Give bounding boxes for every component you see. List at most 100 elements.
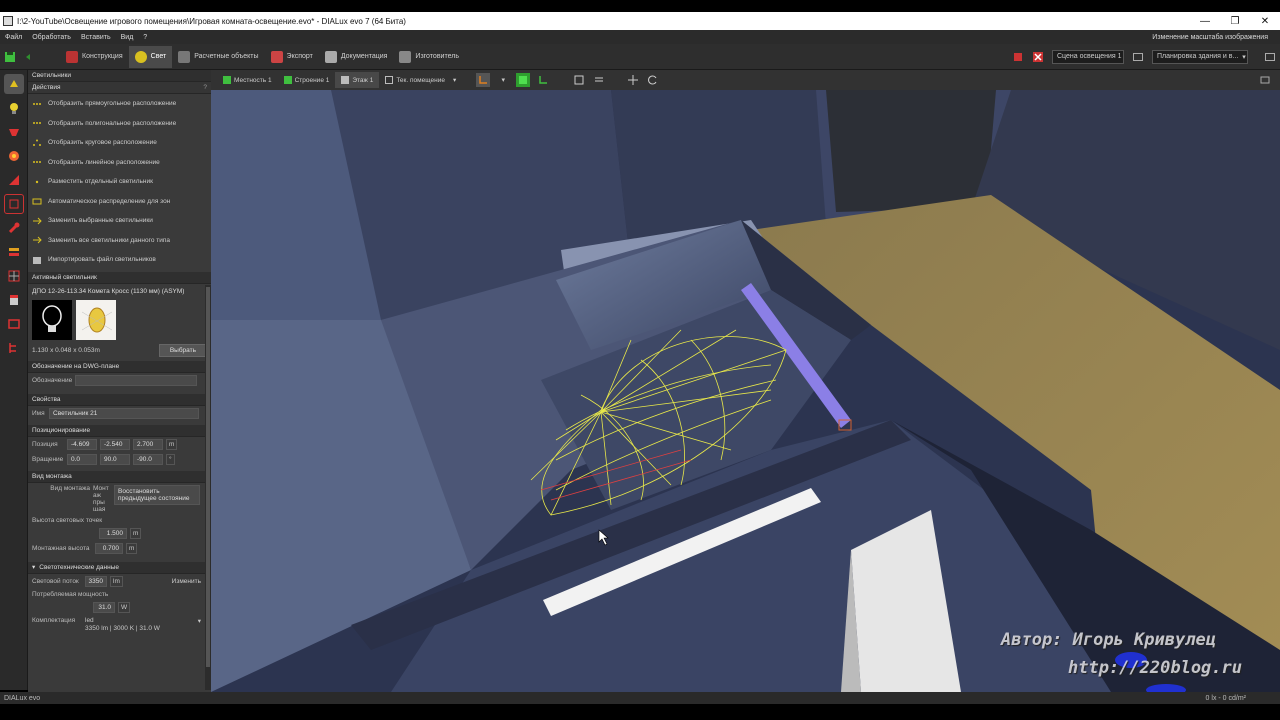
page-tool[interactable] — [4, 290, 24, 310]
restore-button[interactable]: ❐ — [1220, 16, 1250, 27]
panel-toggle-button[interactable] — [1260, 46, 1280, 68]
position-y-field[interactable]: -2.540 — [100, 438, 130, 450]
plan-select[interactable]: Планировка здания и в... ▾ — [1152, 49, 1248, 64]
menu-file[interactable]: Файл — [0, 34, 27, 41]
floor-tool[interactable] — [3, 194, 24, 214]
tab-floor[interactable]: Этаж 1 — [335, 72, 380, 88]
bulb-tool[interactable] — [4, 98, 24, 118]
mode-export[interactable]: Экспорт — [265, 46, 319, 68]
viewport-settings-button[interactable] — [1258, 73, 1272, 87]
menu-help[interactable]: ? — [138, 34, 152, 41]
scene-settings-button[interactable] — [1128, 46, 1148, 68]
menu-insert[interactable]: Вставить — [76, 34, 116, 41]
light-distribution-icon — [81, 307, 113, 332]
view-2d-button[interactable] — [476, 73, 491, 87]
flux-label: Световой поток — [32, 577, 79, 585]
install-height-unit: m — [126, 542, 138, 554]
color-wheel-icon — [8, 151, 19, 161]
view-plan-button[interactable] — [536, 73, 550, 87]
action-linear-arrangement[interactable]: Отобразить линейное расположение — [28, 153, 211, 173]
tree-tool[interactable] — [4, 338, 24, 358]
active-luminaire-header: Активный светильник — [28, 271, 211, 284]
action-import-file[interactable]: Импортировать файл светильников — [28, 250, 211, 270]
window-titlebar: I:\2-YouTube\Освещение игрового помещени… — [0, 12, 1280, 30]
mode-manufacturer[interactable]: Изготовитель — [393, 46, 465, 68]
view-3d-button[interactable] — [516, 73, 531, 87]
mounting-type-value: Монт аж пры шая — [93, 484, 109, 513]
change-button[interactable]: Изменить — [172, 578, 207, 585]
color-tool[interactable] — [4, 146, 24, 166]
dwg-field[interactable] — [75, 374, 198, 386]
position-unit: m — [166, 438, 178, 450]
page-icon — [9, 295, 18, 305]
tools-tool[interactable] — [4, 218, 24, 238]
manufacturer-icon — [399, 50, 412, 63]
restore-state-button[interactable]: Восстановить предыдущее состояние — [114, 484, 200, 505]
power-label: Потребляемая мощность — [32, 590, 109, 598]
rotation-unit: ° — [166, 453, 175, 465]
tab-terrain[interactable]: Местность 1 — [217, 72, 278, 88]
action-rect-arrangement[interactable]: Отобразить прямоугольное расположение — [28, 94, 211, 114]
tab-current-room[interactable]: Тек. помещение ▾ — [379, 72, 462, 88]
room-scene — [211, 90, 1280, 692]
mode-light[interactable]: Свет — [128, 45, 173, 68]
rotation-y-field[interactable]: 90.0 — [100, 453, 130, 465]
calc-tool[interactable] — [4, 266, 24, 286]
render-button[interactable] — [1008, 46, 1028, 68]
action-circular-arrangement[interactable]: Отобразить круговое расположение — [28, 133, 211, 153]
luminaire-ldc[interactable] — [76, 299, 116, 340]
position-z-field[interactable]: 2.700 — [133, 438, 163, 450]
grid-icon — [8, 270, 19, 282]
measure-tool[interactable] — [4, 170, 24, 190]
save-button[interactable] — [0, 46, 20, 68]
action-auto-zones[interactable]: Автоматическое распределение для зон — [28, 192, 211, 212]
luminaires-tool[interactable] — [3, 74, 24, 94]
position-x-field[interactable]: -4.609 — [67, 438, 97, 450]
name-field[interactable]: Светильник 21 — [49, 407, 199, 419]
scene-select[interactable]: Сцена освещения 1▾ — [1052, 49, 1124, 64]
mode-calc-objects[interactable]: Расчетные объекты — [172, 46, 264, 68]
close-button[interactable]: ✕ — [1250, 16, 1280, 27]
luminaire-photo[interactable] — [32, 299, 72, 340]
corner-icon — [479, 76, 488, 84]
photometric-header[interactable]: ▾ Светотехнические данные — [28, 561, 211, 574]
power-field[interactable]: 31.0 — [93, 601, 115, 613]
move-icon — [628, 75, 639, 85]
rotation-z-field[interactable]: -90.0 — [133, 453, 163, 465]
chevron-down-icon: ▾ — [452, 77, 457, 84]
action-replace-all[interactable]: Заменить все светильники данного типа — [28, 231, 211, 251]
action-polygon-arrangement[interactable]: Отобразить полигональное расположение — [28, 114, 211, 134]
tab-building[interactable]: Строение 1 — [278, 72, 336, 88]
frame-tool[interactable] — [4, 314, 24, 334]
dwg-header: Обозначение на DWG-плане — [28, 360, 211, 373]
rotation-x-field[interactable]: 0.0 — [67, 453, 97, 465]
minimize-button[interactable]: — — [1190, 16, 1220, 27]
install-height-field[interactable]: 0.700 — [95, 542, 123, 554]
3d-viewport[interactable]: Автор: Игорь Кривулец http://220blog.ru — [211, 90, 1280, 692]
pick-luminaire-button[interactable]: Выбрать — [158, 343, 207, 357]
mode-documentation[interactable]: Документация — [319, 46, 394, 68]
view-toolbar: Местность 1 Строение 1 Этаж 1 Тек. помещ… — [211, 70, 1280, 90]
rotation-label: Вращение — [32, 455, 64, 463]
floor-icon — [341, 76, 350, 84]
help-icon[interactable]: ? — [203, 84, 207, 91]
flux-field[interactable]: 3350 — [85, 575, 107, 587]
frame-icon — [7, 319, 20, 329]
action-replace-selected[interactable]: Заменить выбранные светильники — [28, 211, 211, 231]
action-single-luminaire[interactable]: Разместить отдельный светильник — [28, 172, 211, 192]
mode-construction[interactable]: Конструкция — [60, 46, 129, 68]
rotate-button[interactable] — [646, 73, 660, 87]
menu-view[interactable]: Вид — [116, 34, 139, 41]
layers-tool[interactable] — [4, 242, 24, 262]
grid-toggle-button[interactable] — [592, 73, 606, 87]
pan-button[interactable] — [626, 73, 640, 87]
menu-bar: Файл Обработать Вставить Вид ? Изменение… — [0, 30, 1280, 44]
fit-view-button[interactable] — [572, 73, 586, 87]
undo-button[interactable] — [20, 46, 40, 68]
view-options-button[interactable]: ▾ — [496, 73, 510, 87]
cross-icon — [1033, 51, 1043, 62]
light-height-field[interactable]: 1.500 — [99, 527, 127, 539]
menu-edit[interactable]: Обработать — [27, 34, 76, 41]
delete-results-button[interactable] — [1028, 46, 1048, 68]
spot-tool[interactable] — [4, 122, 24, 142]
